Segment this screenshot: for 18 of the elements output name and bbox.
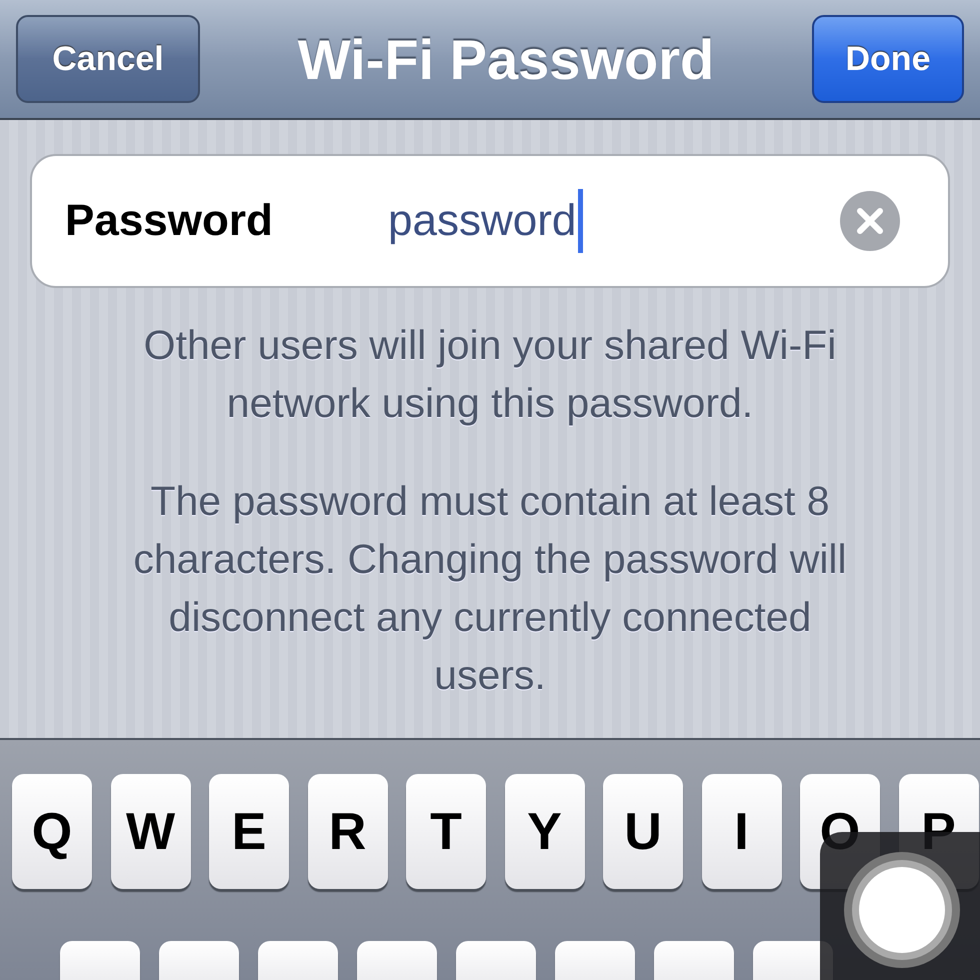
field-value: password (388, 196, 576, 246)
circle-icon (842, 850, 962, 970)
keyboard-key[interactable]: W (110, 774, 190, 889)
keyboard-key[interactable]: R (308, 774, 388, 889)
field-label: Password (65, 196, 274, 246)
note-text: Other users will join your shared Wi-Fi network using this password. (142, 321, 838, 428)
clear-icon[interactable] (840, 191, 900, 251)
window-title: Wi-Fi Password (298, 26, 714, 92)
keyboard-key[interactable]: U (603, 774, 683, 889)
cancel-button[interactable]: Cancel (16, 15, 200, 103)
keyboard-key[interactable]: E (209, 774, 289, 889)
keyboard-key[interactable]: I (702, 774, 782, 889)
keyboard-key[interactable]: Y (504, 774, 584, 889)
keyboard-key[interactable]: Q (12, 774, 92, 889)
keyboard-key[interactable]: T (406, 774, 486, 889)
password-field[interactable]: Password password (30, 154, 950, 288)
done-button[interactable]: Done (812, 15, 964, 103)
note-text: The password must contain at least 8 characters. Changing the password will disconnect any currently connected users. (132, 477, 848, 700)
